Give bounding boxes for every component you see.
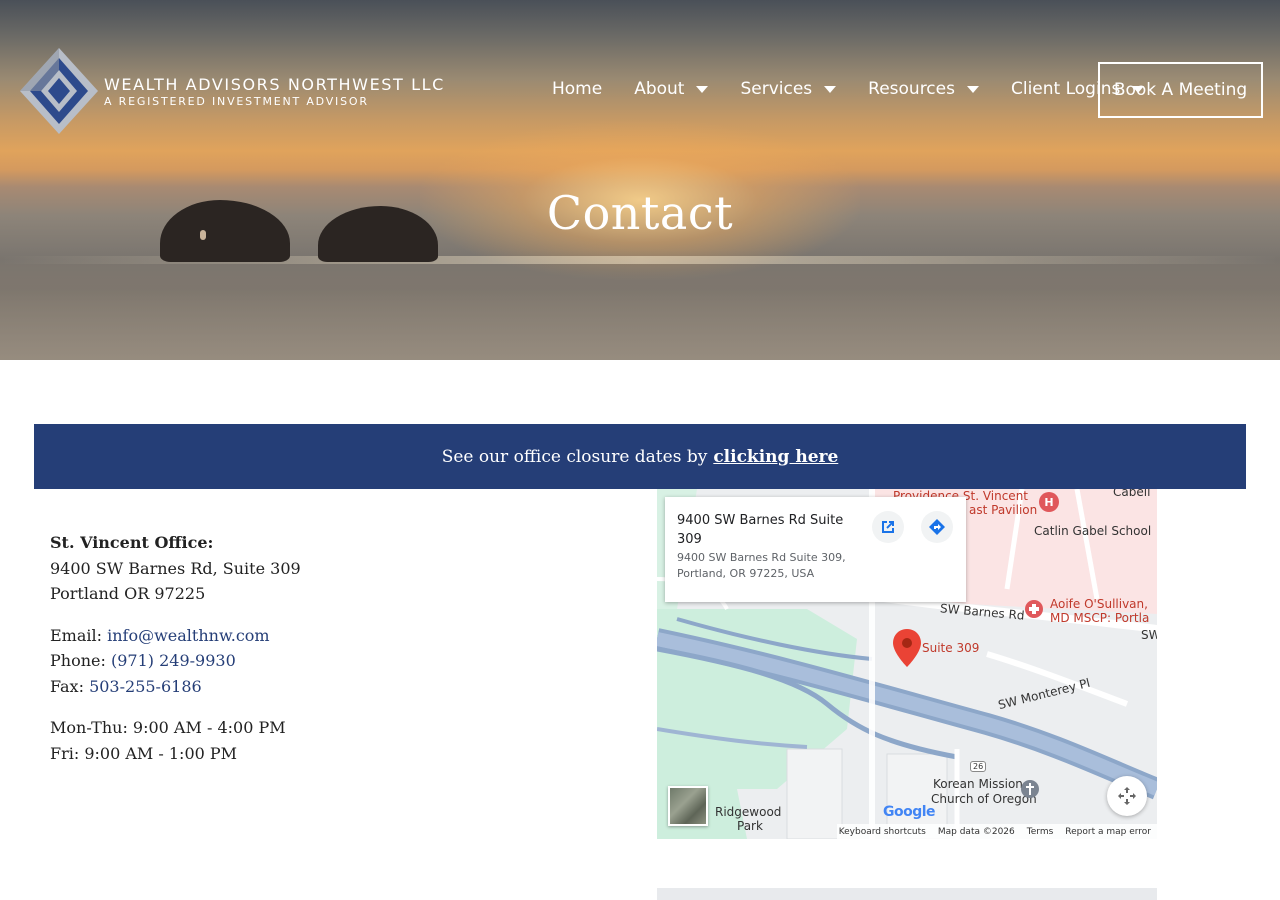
report-map-error-link[interactable]: Report a map error — [1065, 827, 1151, 837]
satellite-toggle[interactable] — [668, 786, 708, 826]
map-footer: Keyboard shortcuts Map data ©2026 Terms … — [837, 824, 1157, 839]
church-icon[interactable] — [1020, 779, 1040, 799]
email-link[interactable]: info@wealthnw.com — [107, 626, 269, 645]
brand-name: Wealth Advisors Northwest LLC — [104, 74, 445, 94]
map-label-ridgewood: Ridgewood — [715, 805, 782, 819]
phone-label: Phone: — [50, 651, 106, 670]
fax-label: Fax: — [50, 676, 84, 696]
hero-sea — [0, 250, 1280, 360]
site-logo[interactable]: Wealth Advisors Northwest LLC A Register… — [20, 48, 443, 134]
map-label-pavilion: ast Pavilion — [969, 503, 1038, 517]
nav-item-resources[interactable]: Resources — [868, 79, 979, 99]
nav-item-services[interactable]: Services — [740, 79, 837, 99]
terms-link[interactable]: Terms — [1027, 827, 1054, 837]
map-label-aoife: Aoife O'Sullivan, — [1050, 597, 1148, 611]
nav-label: About — [634, 79, 685, 99]
medical-icon[interactable] — [1024, 599, 1044, 619]
hours-line: Mon-Thu: 9:00 AM - 4:00 PM — [50, 718, 286, 737]
keyboard-shortcuts-link[interactable]: Keyboard shortcuts — [839, 827, 926, 837]
hospital-icon[interactable]: H — [1038, 491, 1060, 513]
hours-line: Fri: 9:00 AM - 1:00 PM — [50, 743, 238, 763]
map-label-catlin: Catlin Gabel School — [1034, 524, 1152, 538]
map-card-title: 9400 SW Barnes Rd Suite 309 — [677, 513, 844, 547]
open-in-new-icon — [882, 521, 894, 533]
office-address-block: St. Vincent Office: 9400 SW Barnes Rd, S… — [50, 530, 610, 607]
closure-dates-link[interactable]: clicking here — [713, 447, 838, 467]
map-label-ridgewood: Park — [737, 819, 763, 833]
fax-link[interactable]: 503-255-6186 — [89, 677, 202, 696]
banner-text: See our office closure dates by — [441, 446, 708, 467]
book-meeting-button[interactable]: Book A Meeting — [1098, 62, 1263, 118]
google-map[interactable]: Providence St. Vincent ast Pavilion Cabe… — [657, 489, 1157, 839]
google-logo: Google — [883, 804, 936, 820]
map-data-text: Map data ©2026 — [937, 826, 1015, 837]
fullscreen-icon — [1118, 787, 1136, 805]
svg-text:H: H — [1044, 496, 1053, 509]
main-nav: Home About Services Resources Client Log… — [552, 74, 1145, 104]
nav-label: Home — [552, 79, 603, 99]
brand-tagline: A Registered Investment Advisor — [104, 94, 369, 108]
contact-methods-block: Email: info@wealthnw.com Phone: (971) 24… — [50, 623, 610, 700]
fax-row: Fax: 503-255-6186 — [50, 674, 610, 700]
map-label-korean: Korean Mission — [933, 777, 1023, 791]
office-hours-block: Mon-Thu: 9:00 AM - 4:00 PM Fri: 9:00 AM … — [50, 715, 610, 766]
map-label-aoife: MD MSCP: Portla — [1050, 611, 1150, 625]
logo-text: Wealth Advisors Northwest LLC A Register… — [104, 75, 445, 108]
map-card-address: 9400 SW Barnes Rd Suite 309, Portland, O… — [677, 551, 846, 580]
contact-info: St. Vincent Office: 9400 SW Barnes Rd, S… — [50, 530, 610, 782]
phone-link[interactable]: (971) 249-9930 — [111, 651, 236, 670]
directions-icon — [929, 519, 945, 535]
map-info-card: 9400 SW Barnes Rd Suite 309 9400 SW Barn… — [665, 497, 966, 602]
second-map-partial[interactable] — [657, 888, 1157, 900]
nav-item-about[interactable]: About — [634, 79, 709, 99]
nav-label: Resources — [868, 79, 955, 99]
nav-label: Services — [740, 79, 813, 99]
email-row: Email: info@wealthnw.com — [50, 623, 610, 649]
address-line: Portland OR 97225 — [50, 584, 206, 603]
route-26-shield: 26 — [970, 761, 987, 772]
map-label-cabell: Cabell — [1113, 489, 1151, 499]
map-pin-icon[interactable] — [893, 629, 921, 667]
address-line: 9400 SW Barnes Rd, Suite 309 — [50, 558, 301, 578]
phone-row: Phone: (971) 249-9930 — [50, 648, 610, 674]
office-heading: St. Vincent Office: — [50, 533, 214, 552]
caret-down-icon — [696, 85, 709, 93]
caret-down-icon — [966, 85, 979, 93]
directions-button[interactable] — [921, 511, 953, 543]
fullscreen-button[interactable] — [1107, 776, 1147, 816]
map-label-sw: SW — [1141, 628, 1157, 642]
closure-notice-banner: See our office closure dates by clicking… — [34, 424, 1246, 489]
caret-down-icon — [824, 85, 837, 93]
map-label-pin: Suite 309 — [922, 641, 980, 655]
page-title: Contact — [546, 186, 734, 240]
open-in-maps-button[interactable] — [872, 511, 904, 543]
logo-mark-icon — [20, 48, 98, 134]
nav-item-home[interactable]: Home — [552, 79, 602, 99]
email-label: Email: — [50, 625, 103, 645]
